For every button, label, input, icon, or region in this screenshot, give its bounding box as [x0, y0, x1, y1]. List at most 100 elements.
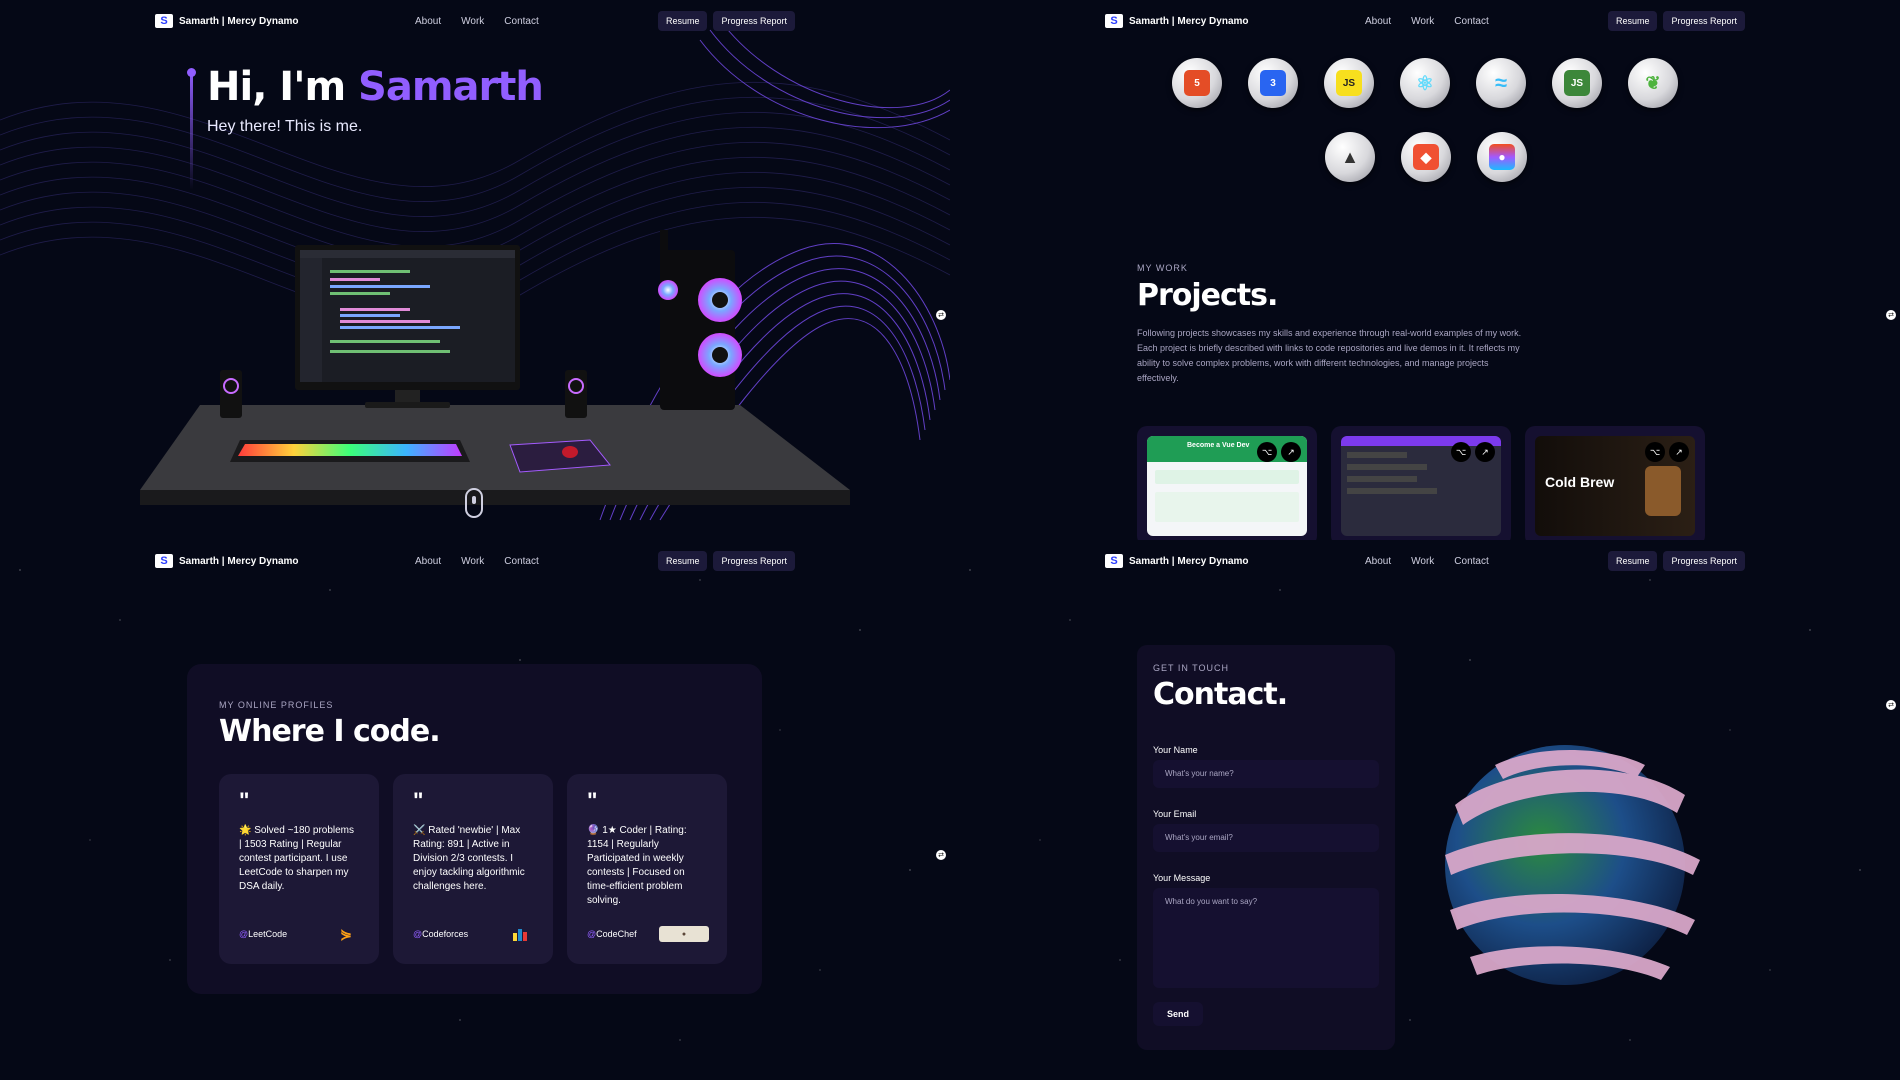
nav-link-contact[interactable]: Contact — [504, 556, 538, 567]
navbar: S Samarth | Mercy Dynamo About Work Cont… — [155, 550, 795, 572]
hero-line — [190, 70, 193, 190]
nodejs-icon[interactable]: JS — [1552, 58, 1602, 108]
codeforces-logo-icon — [505, 926, 535, 942]
brand-name: Samarth | Mercy Dynamo — [1129, 555, 1249, 567]
resume-button[interactable]: Resume — [657, 551, 708, 571]
nav-link-contact[interactable]: Contact — [1454, 16, 1488, 27]
side-nav-handle[interactable]: ⇄ — [936, 850, 946, 860]
contact-label: Get in touch — [1153, 663, 1230, 673]
quote-icon: " — [239, 788, 250, 813]
nav-link-contact[interactable]: Contact — [1454, 556, 1488, 567]
codechef-logo-icon: ● — [659, 926, 709, 942]
send-button[interactable]: Send — [1153, 1002, 1203, 1026]
resume-button[interactable]: Resume — [657, 11, 708, 31]
hero-name: Samarth — [358, 64, 544, 110]
javascript-icon[interactable]: JS — [1324, 58, 1374, 108]
name-label: Your Name — [1153, 745, 1198, 755]
nav-link-contact[interactable]: Contact — [504, 16, 538, 27]
logo-icon: S — [1105, 14, 1123, 28]
logo-icon: S — [155, 14, 173, 28]
nav-link-about[interactable]: About — [1365, 556, 1391, 567]
nav-link-about[interactable]: About — [415, 16, 441, 27]
external-link-icon[interactable]: ↗ — [1669, 442, 1689, 462]
progress-report-button[interactable]: Progress Report — [1663, 551, 1745, 571]
projects-section: S Samarth | Mercy Dynamo About Work Cont… — [950, 0, 1900, 540]
projects-title: Projects. — [1137, 278, 1278, 313]
mongodb-icon[interactable]: ❦ — [1628, 58, 1678, 108]
brand[interactable]: S Samarth | Mercy Dynamo — [1105, 554, 1249, 568]
navbar: S Samarth | Mercy Dynamo About Work Cont… — [1105, 10, 1745, 32]
progress-report-button[interactable]: Progress Report — [713, 11, 795, 31]
external-link-icon[interactable]: ↗ — [1475, 442, 1495, 462]
profile-text: 🌟 Solved ~180 problems | 1503 Rating | R… — [239, 825, 355, 892]
tailwind-icon[interactable]: ≈ — [1476, 58, 1526, 108]
css3-icon[interactable]: 3 — [1248, 58, 1298, 108]
computer-desk-illustration[interactable] — [140, 230, 850, 510]
logo-icon: S — [155, 554, 173, 568]
project-card[interactable]: ⌥ ↗ — [1331, 426, 1511, 540]
side-nav-handle[interactable]: ⇄ — [936, 310, 946, 320]
profiles-panel: My online profiles Where I code. " 🌟 Sol… — [187, 664, 762, 994]
html5-icon[interactable]: 5 — [1172, 58, 1222, 108]
brand-name: Samarth | Mercy Dynamo — [1129, 15, 1249, 27]
hero-subtitle: Hey there! This is me. — [207, 118, 363, 135]
resume-button[interactable]: Resume — [1607, 551, 1658, 571]
scroll-indicator[interactable] — [465, 488, 483, 518]
react-icon[interactable]: ⚛ — [1400, 58, 1450, 108]
project-card[interactable]: Cold Brew ⌥ ↗ — [1525, 426, 1705, 540]
nav-link-about[interactable]: About — [1365, 16, 1391, 27]
nav-link-work[interactable]: Work — [461, 556, 484, 567]
brand[interactable]: S Samarth | Mercy Dynamo — [155, 554, 299, 568]
projects-label: My work — [1137, 263, 1188, 273]
github-icon[interactable]: ⌥ — [1645, 442, 1665, 462]
navbar: S Samarth | Mercy Dynamo About Work Cont… — [1105, 550, 1745, 572]
github-icon[interactable]: ⌥ — [1257, 442, 1277, 462]
hero-title: Hi, I'm Samarth — [207, 64, 544, 110]
resume-button[interactable]: Resume — [1607, 11, 1658, 31]
profile-handle[interactable]: @LeetCode — [239, 929, 287, 939]
profile-card-codeforces[interactable]: " ⚔️ Rated 'newbie' | Max Rating: 891 | … — [393, 774, 553, 964]
profile-card-codechef[interactable]: " 🔮 1★ Coder | Rating: 1154 | Regularly … — [567, 774, 727, 964]
external-link-icon[interactable]: ↗ — [1281, 442, 1301, 462]
profiles-label: My online profiles — [219, 700, 334, 710]
contact-section: S Samarth | Mercy Dynamo About Work Cont… — [950, 540, 1900, 1080]
hero-section: S Samarth | Mercy Dynamo About Work Cont… — [0, 0, 950, 540]
tech-row-2: ▲ ◆ ● — [1325, 132, 1527, 182]
nav-link-work[interactable]: Work — [1411, 16, 1434, 27]
progress-report-button[interactable]: Progress Report — [713, 551, 795, 571]
name-input[interactable]: What's your name? — [1153, 760, 1379, 788]
brand-name: Samarth | Mercy Dynamo — [179, 555, 299, 567]
quote-icon: " — [587, 788, 598, 813]
brand[interactable]: S Samarth | Mercy Dynamo — [155, 14, 299, 28]
message-textarea[interactable]: What do you want to say? — [1153, 888, 1379, 988]
profile-cards: " 🌟 Solved ~180 problems | 1503 Rating |… — [219, 774, 727, 964]
side-nav-handle[interactable]: ⇄ — [1886, 700, 1896, 710]
email-label: Your Email — [1153, 809, 1197, 819]
profile-handle[interactable]: @Codeforces — [413, 929, 468, 939]
profiles-title: Where I code. — [219, 714, 441, 749]
threejs-icon[interactable]: ▲ — [1325, 132, 1375, 182]
project-card[interactable]: Become a Vue Dev ⌥ ↗ — [1137, 426, 1317, 540]
progress-report-button[interactable]: Progress Report — [1663, 11, 1745, 31]
nav-link-work[interactable]: Work — [1411, 556, 1434, 567]
profile-text: 🔮 1★ Coder | Rating: 1154 | Regularly Pa… — [587, 825, 687, 906]
tech-row-1: 5 3 JS ⚛ ≈ JS ❦ — [1172, 58, 1678, 108]
email-input[interactable]: What's your email? — [1153, 824, 1379, 852]
nav-link-about[interactable]: About — [415, 556, 441, 567]
profile-handle[interactable]: @CodeChef — [587, 929, 637, 939]
profiles-section: S Samarth | Mercy Dynamo About Work Cont… — [0, 540, 950, 1080]
earth-3d-model[interactable] — [1415, 695, 1715, 1025]
git-icon[interactable]: ◆ — [1401, 132, 1451, 182]
message-label: Your Message — [1153, 873, 1211, 883]
brand[interactable]: S Samarth | Mercy Dynamo — [1105, 14, 1249, 28]
brand-name: Samarth | Mercy Dynamo — [179, 15, 299, 27]
contact-title: Contact. — [1153, 677, 1288, 712]
side-nav-handle[interactable]: ⇄ — [1886, 310, 1896, 320]
nav-link-work[interactable]: Work — [461, 16, 484, 27]
github-icon[interactable]: ⌥ — [1451, 442, 1471, 462]
navbar: S Samarth | Mercy Dynamo About Work Cont… — [155, 10, 795, 32]
profile-card-leetcode[interactable]: " 🌟 Solved ~180 problems | 1503 Rating |… — [219, 774, 379, 964]
leetcode-logo-icon: ⋟ — [340, 925, 352, 942]
figma-icon[interactable]: ● — [1477, 132, 1527, 182]
contact-form-panel: Get in touch Contact. Your Name What's y… — [1137, 645, 1395, 1050]
